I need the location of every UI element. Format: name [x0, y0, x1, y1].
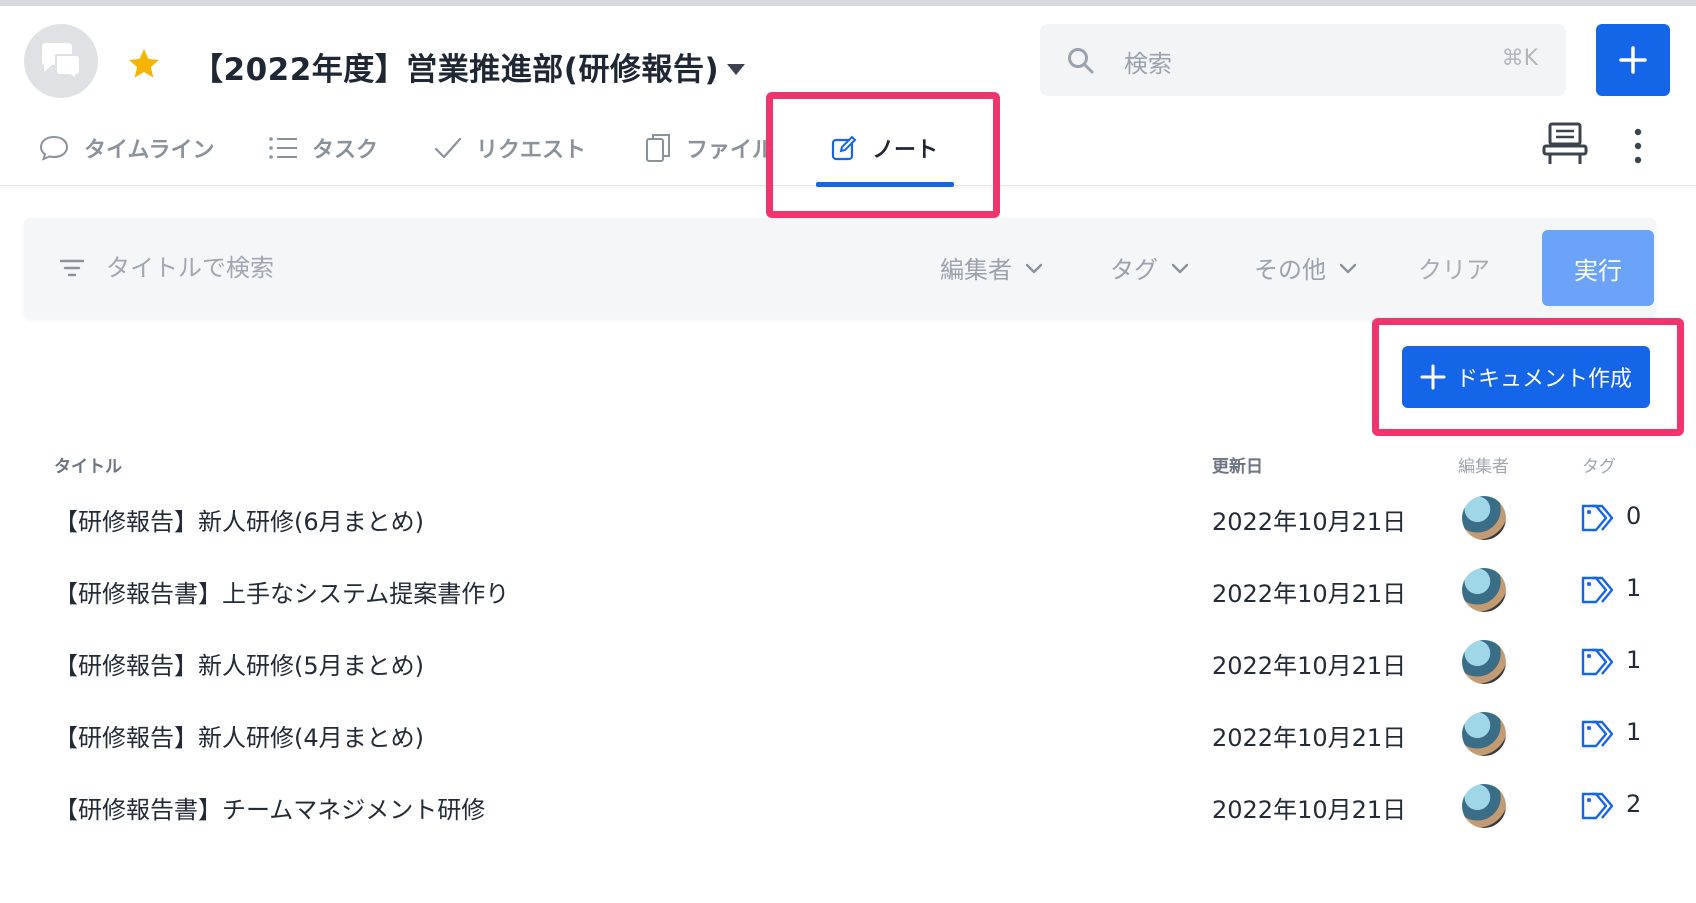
editor-avatar[interactable] [1462, 784, 1506, 828]
chat-bubble-icon [39, 135, 69, 161]
favorite-star-icon[interactable] [126, 46, 162, 82]
list-icon [269, 137, 297, 159]
tag-count: 0 [1626, 502, 1642, 530]
tab-label: ノート [872, 138, 939, 163]
plus-icon [1619, 46, 1647, 74]
tab-label: ファイル [686, 138, 775, 163]
room-avatar[interactable] [24, 24, 98, 98]
files-icon [646, 134, 670, 162]
updated-date: 2022年10月21日 [1212, 652, 1407, 680]
filter-icon [59, 259, 85, 277]
chevron-down-icon [1339, 263, 1357, 273]
filter-bar: 編集者 タグ その他 クリア 実行 [24, 218, 1656, 318]
tag-filter-dropdown[interactable]: タグ [1110, 250, 1190, 285]
table-row[interactable]: 【研修報告書】上手なシステム提案書作り 2022年10月21日 1 [40, 556, 1656, 626]
create-document-label: ドキュメント作成 [1455, 367, 1632, 392]
column-header-title[interactable]: タイトル [54, 452, 122, 477]
column-header-editor: 編集者 [1458, 457, 1509, 477]
table-row[interactable]: 【研修報告】新人研修(5月まとめ) 2022年10月21日 1 [40, 628, 1656, 698]
tab-tasks[interactable]: タスク [268, 124, 378, 172]
more-vertical-icon[interactable] [1628, 124, 1648, 168]
editor-avatar[interactable] [1462, 496, 1506, 540]
tag-count: 2 [1626, 790, 1642, 818]
create-document-button[interactable]: ドキュメント作成 [1402, 346, 1650, 408]
note-title[interactable]: 【研修報告】新人研修(5月まとめ) [54, 646, 424, 681]
tab-label: タスク [312, 138, 379, 163]
note-title[interactable]: 【研修報告】新人研修(4月まとめ) [54, 718, 424, 753]
clear-button[interactable]: クリア [1418, 250, 1490, 285]
title-search-input[interactable] [106, 240, 806, 296]
note-title[interactable]: 【研修報告】新人研修(6月まとめ) [54, 502, 424, 537]
check-icon [434, 137, 462, 159]
editor-avatar[interactable] [1462, 712, 1506, 756]
tab-label: リクエスト [476, 138, 587, 163]
tab-notes[interactable]: ノート [830, 124, 938, 172]
tab-timeline[interactable]: タイムライン [38, 124, 214, 172]
tag-icon [1581, 576, 1614, 604]
tag-icon [1581, 648, 1614, 676]
other-filter-label: その他 [1254, 256, 1326, 284]
active-tab-indicator [816, 182, 954, 187]
tab-files[interactable]: ファイル [644, 124, 774, 172]
tag-count: 1 [1626, 574, 1642, 602]
updated-date: 2022年10月21日 [1212, 724, 1407, 752]
room-title: 【2022年度】営業推進部(研修報告) [192, 52, 720, 88]
chevron-down-icon [1171, 263, 1189, 273]
plus-icon [1420, 364, 1446, 390]
editor-avatar[interactable] [1462, 640, 1506, 684]
search-placeholder: 検索 [1124, 50, 1172, 78]
table-row[interactable]: 【研修報告】新人研修(6月まとめ) 2022年10月21日 0 [40, 484, 1656, 554]
editor-avatar[interactable] [1462, 568, 1506, 612]
tag-count: 1 [1626, 646, 1642, 674]
table-row[interactable]: 【研修報告書】チームマネジメント研修 2022年10月21日 2 [40, 772, 1656, 842]
updated-date: 2022年10月21日 [1212, 508, 1407, 536]
room-header: 【2022年度】営業推進部(研修報告) 検索 ⌘K タイムライン タスク リクエ… [0, 6, 1696, 187]
other-filter-dropdown[interactable]: その他 [1254, 250, 1358, 285]
add-button[interactable] [1596, 24, 1670, 96]
workspace-tool-icon[interactable] [1540, 120, 1590, 168]
editor-filter-dropdown[interactable]: 編集者 [940, 250, 1044, 285]
column-header-updated[interactable]: 更新日 [1212, 452, 1263, 477]
note-title[interactable]: 【研修報告書】チームマネジメント研修 [54, 790, 485, 825]
tag-icon [1581, 720, 1614, 748]
chevron-down-icon[interactable] [724, 60, 748, 78]
tab-requests[interactable]: リクエスト [434, 124, 586, 172]
editor-filter-label: 編集者 [940, 256, 1012, 284]
tag-count: 1 [1626, 718, 1642, 746]
search-icon [1068, 48, 1094, 74]
updated-date: 2022年10月21日 [1212, 580, 1407, 608]
tag-icon [1581, 792, 1614, 820]
table-row[interactable]: 【研修報告】新人研修(4月まとめ) 2022年10月21日 1 [40, 700, 1656, 770]
edit-note-icon [831, 135, 857, 161]
chat-bubbles-icon [42, 43, 81, 81]
search-shortcut: ⌘K [1501, 46, 1538, 71]
search-box[interactable]: 検索 ⌘K [1040, 24, 1566, 96]
run-button[interactable]: 実行 [1542, 230, 1654, 306]
column-header-tag: タグ [1582, 457, 1616, 477]
note-title[interactable]: 【研修報告書】上手なシステム提案書作り [54, 574, 509, 609]
tab-label: タイムライン [84, 138, 215, 163]
chevron-down-icon [1025, 263, 1043, 273]
tag-icon [1581, 504, 1614, 532]
updated-date: 2022年10月21日 [1212, 796, 1407, 824]
tag-filter-label: タグ [1110, 256, 1158, 284]
